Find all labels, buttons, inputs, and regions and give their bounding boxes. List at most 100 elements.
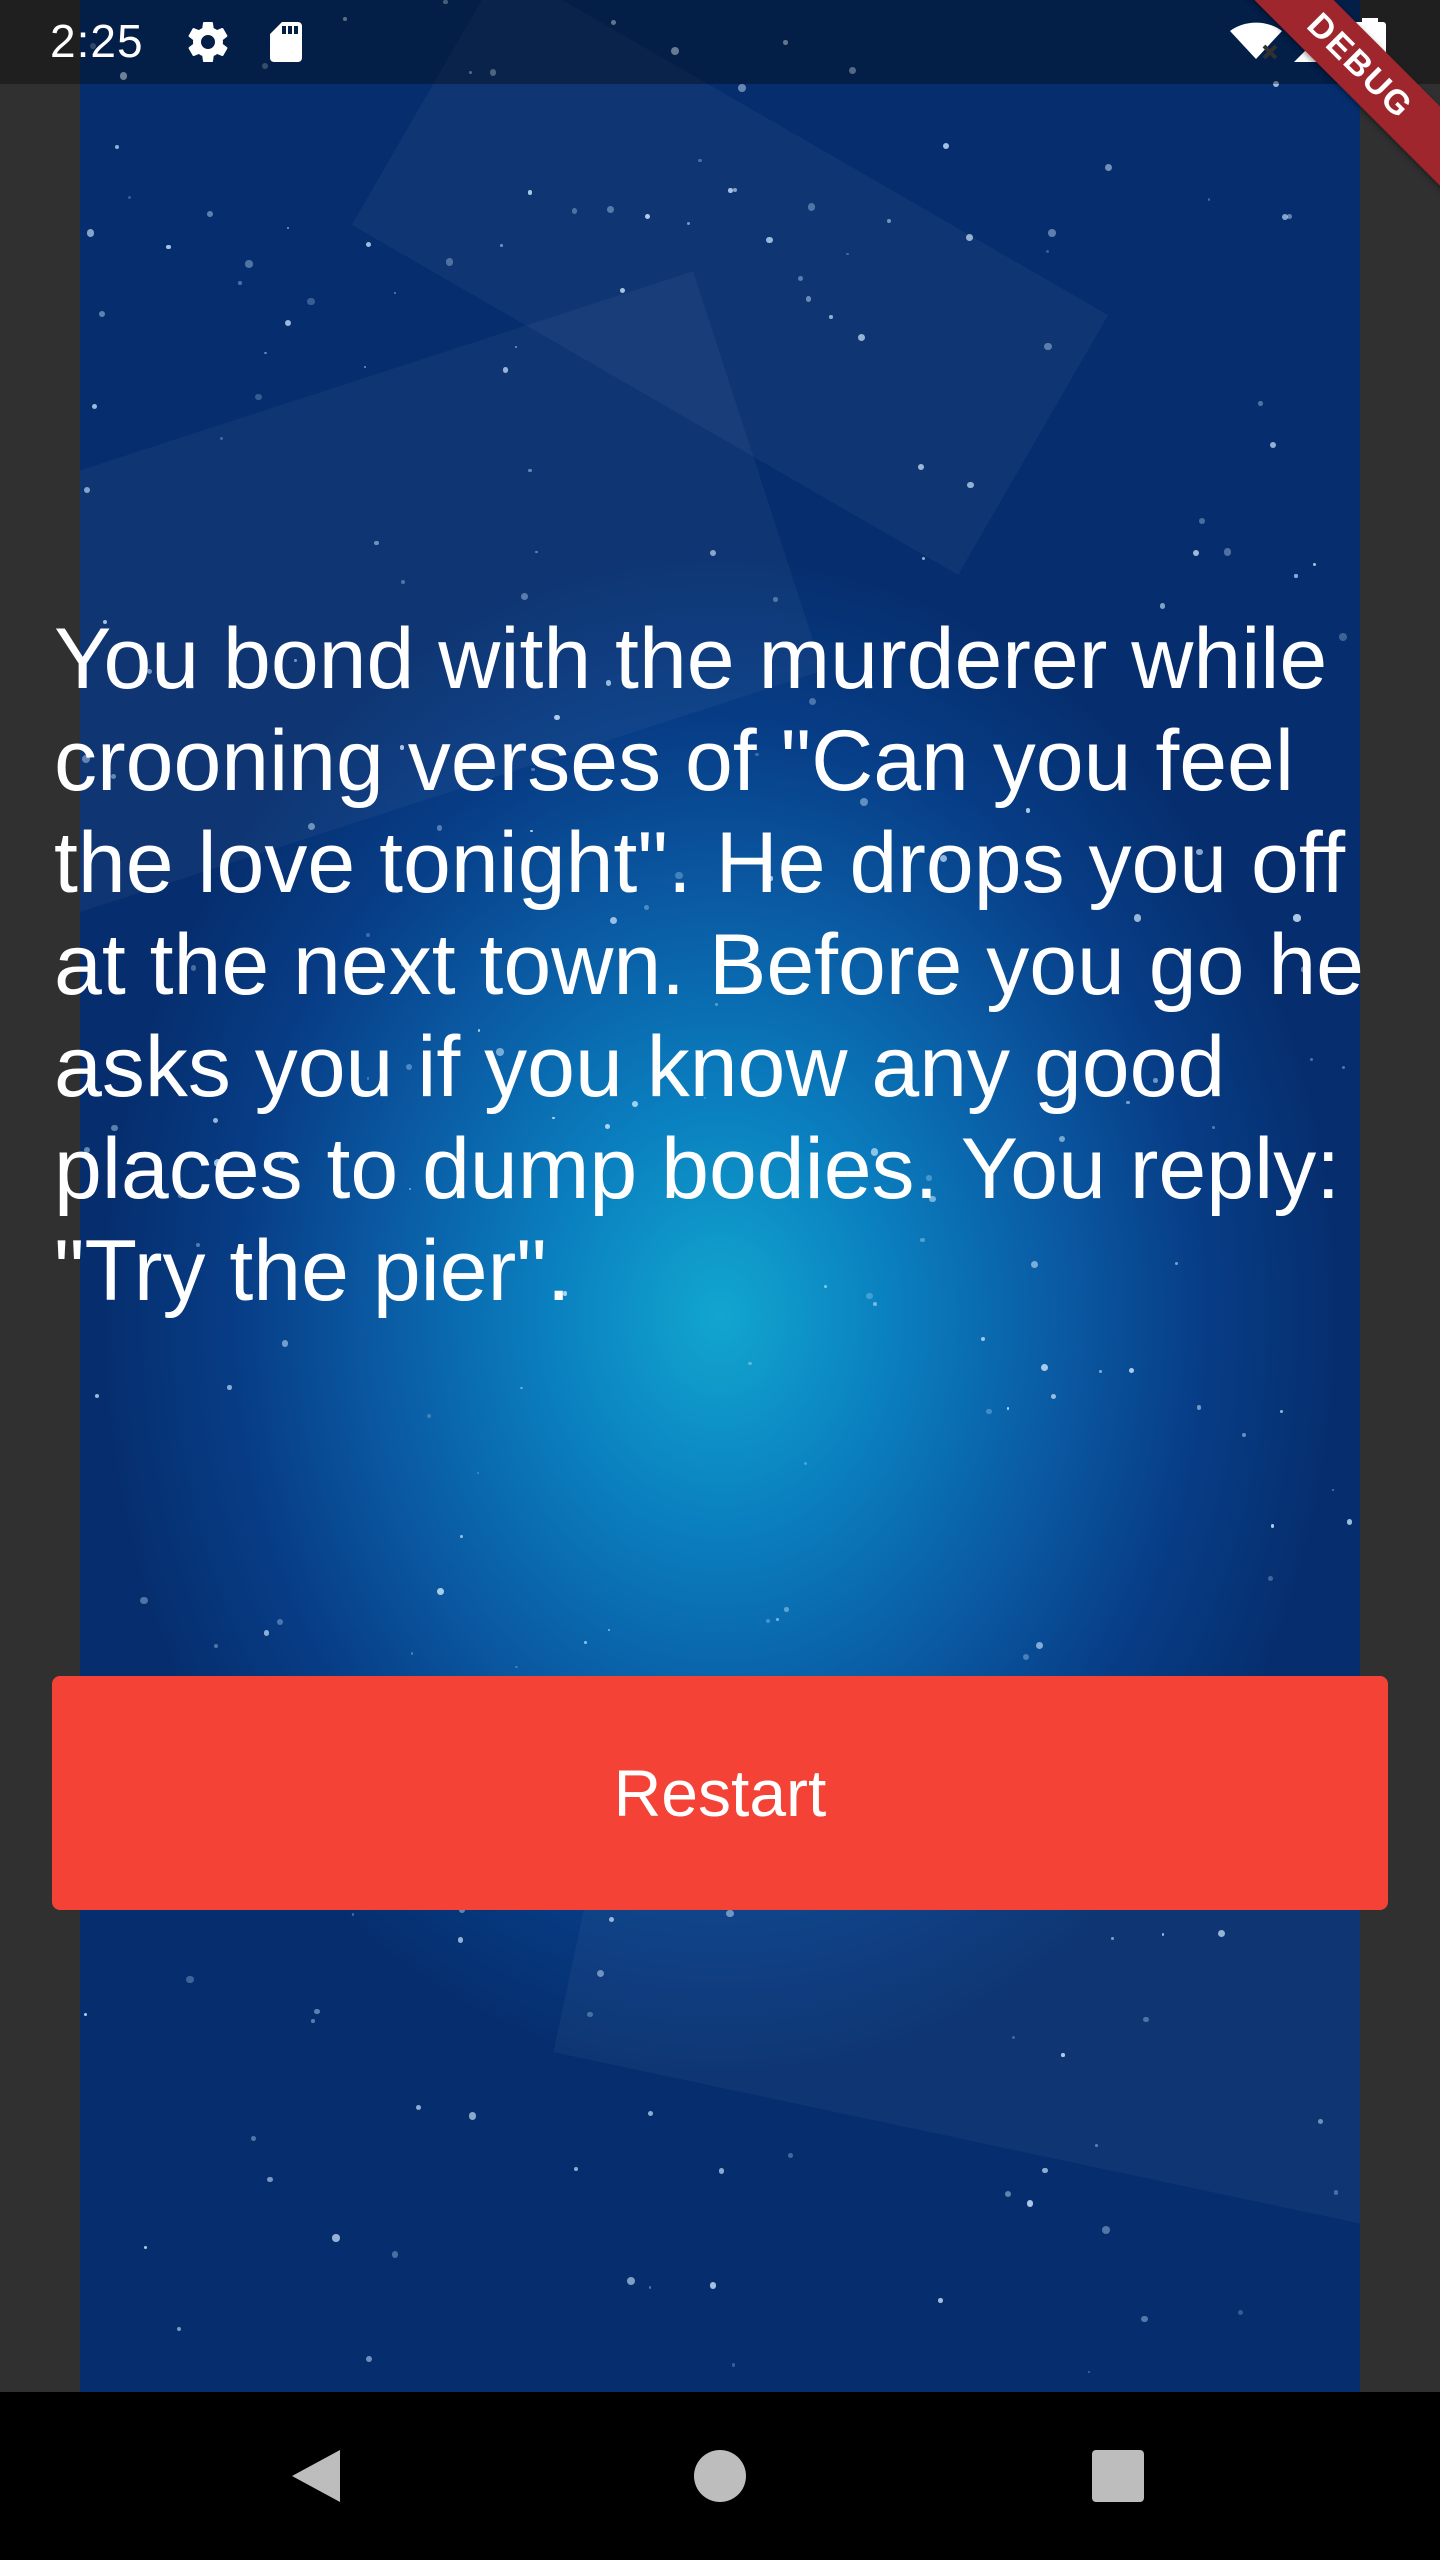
- star-decoration: [648, 2286, 652, 2289]
- star-decoration: [332, 2234, 340, 2242]
- star-decoration: [807, 203, 815, 211]
- star-decoration: [140, 1597, 148, 1605]
- star-decoration: [83, 487, 90, 494]
- star-decoration: [515, 1665, 518, 1668]
- star-decoration: [1332, 1489, 1335, 1492]
- star-decoration: [797, 276, 803, 282]
- star-decoration: [1143, 2017, 1149, 2023]
- star-decoration: [214, 1643, 219, 1648]
- star-decoration: [1270, 1524, 1275, 1528]
- star-decoration: [410, 1651, 414, 1655]
- star-decoration: [607, 1628, 610, 1632]
- app-screen: 2:25 DEBUG You bond with the murderer wh…: [0, 0, 1440, 2560]
- star-decoration: [282, 1340, 289, 1347]
- star-decoration: [1241, 1433, 1246, 1438]
- star-decoration: [1282, 214, 1288, 220]
- star-decoration: [1012, 2035, 1016, 2039]
- star-decoration: [980, 1336, 985, 1341]
- star-decoration: [1102, 2225, 1111, 2234]
- star-decoration: [238, 281, 242, 286]
- star-decoration: [460, 1535, 463, 1539]
- star-decoration: [1269, 441, 1276, 448]
- star-decoration: [803, 1461, 808, 1465]
- star-decoration: [458, 1937, 464, 1943]
- star-decoration: [1026, 2199, 1034, 2207]
- star-decoration: [535, 550, 538, 554]
- star-decoration: [115, 144, 120, 149]
- star-decoration: [254, 393, 262, 401]
- star-decoration: [1317, 2119, 1323, 2124]
- star-decoration: [574, 2167, 579, 2171]
- star-decoration: [1287, 213, 1293, 219]
- star-decoration: [445, 257, 454, 266]
- star-decoration: [738, 84, 747, 92]
- star-decoration: [98, 310, 105, 318]
- star-decoration: [619, 287, 625, 293]
- star-decoration: [648, 2110, 654, 2116]
- star-decoration: [886, 218, 892, 223]
- star-decoration: [773, 597, 778, 602]
- story-text: You bond with the murderer while croonin…: [54, 611, 1364, 1319]
- status-time: 2:25: [50, 15, 144, 67]
- star-decoration: [748, 1362, 752, 1366]
- back-icon[interactable]: [266, 2426, 366, 2526]
- star-decoration: [310, 2019, 315, 2023]
- star-decoration: [351, 1913, 355, 1916]
- star-decoration: [726, 1909, 734, 1917]
- star-decoration: [732, 2363, 736, 2367]
- star-decoration: [1050, 1394, 1056, 1400]
- star-decoration: [1198, 518, 1205, 525]
- star-decoration: [251, 2136, 257, 2142]
- star-decoration: [1036, 1642, 1044, 1650]
- star-decoration: [245, 260, 253, 268]
- recents-icon[interactable]: [1068, 2426, 1168, 2526]
- star-decoration: [264, 351, 267, 355]
- star-decoration: [267, 2176, 274, 2183]
- star-decoration: [1087, 2371, 1091, 2374]
- status-bar: 2:25: [0, 0, 1440, 84]
- star-decoration: [285, 319, 292, 326]
- star-decoration: [1129, 1368, 1135, 1374]
- star-decoration: [416, 2105, 422, 2111]
- star-decoration: [528, 190, 533, 195]
- star-decoration: [186, 1975, 195, 1984]
- star-decoration: [277, 1619, 284, 1626]
- star-decoration: [765, 1618, 771, 1624]
- star-decoration: [220, 437, 223, 440]
- star-decoration: [728, 187, 733, 193]
- star-decoration: [938, 2298, 943, 2303]
- star-decoration: [391, 2251, 399, 2258]
- star-decoration: [1258, 401, 1263, 406]
- star-decoration: [144, 2246, 148, 2250]
- star-decoration: [1022, 1653, 1030, 1661]
- restart-button[interactable]: Restart: [52, 1676, 1388, 1910]
- sd-card-icon: [262, 18, 310, 66]
- star-decoration: [394, 291, 397, 294]
- star-decoration: [314, 2008, 320, 2014]
- star-decoration: [502, 367, 509, 373]
- star-decoration: [307, 297, 316, 306]
- star-decoration: [1238, 2309, 1244, 2315]
- star-decoration: [921, 556, 925, 561]
- star-decoration: [86, 229, 95, 238]
- star-decoration: [942, 143, 949, 150]
- star-decoration: [207, 211, 213, 217]
- star-decoration: [528, 468, 532, 473]
- star-decoration: [1193, 549, 1200, 556]
- star-decoration: [1279, 1410, 1283, 1414]
- star-decoration: [766, 237, 773, 244]
- star-decoration: [784, 1607, 789, 1612]
- home-icon[interactable]: [670, 2426, 770, 2526]
- star-decoration: [426, 1413, 432, 1419]
- star-decoration: [127, 195, 131, 199]
- star-decoration: [718, 2168, 725, 2175]
- star-decoration: [1061, 2053, 1065, 2057]
- star-decoration: [520, 1386, 523, 1390]
- navigation-bar: [0, 2392, 1440, 2560]
- star-decoration: [583, 1640, 588, 1644]
- star-decoration: [1294, 574, 1298, 578]
- star-decoration: [83, 2013, 87, 2017]
- star-decoration: [1268, 1575, 1273, 1581]
- star-decoration: [363, 366, 367, 369]
- star-decoration: [829, 315, 833, 320]
